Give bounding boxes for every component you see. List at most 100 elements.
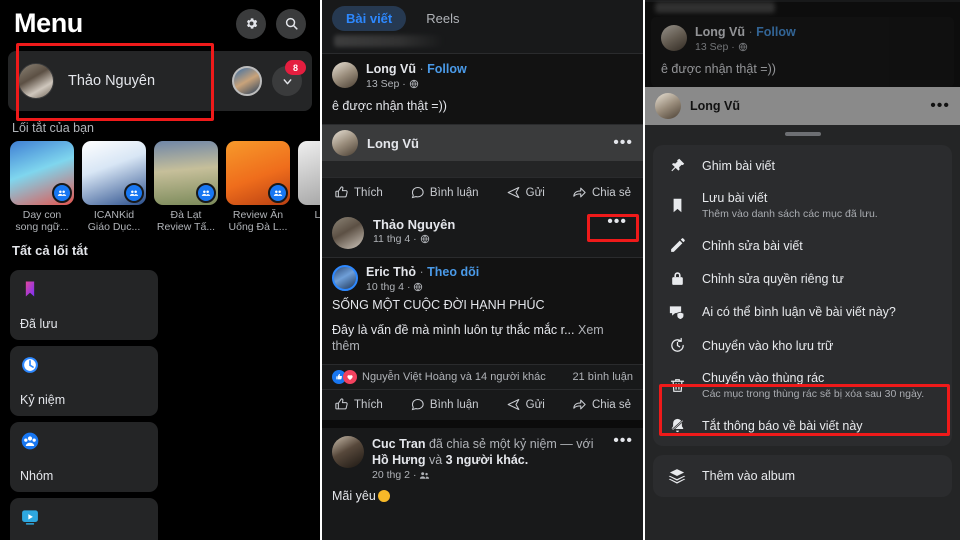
friends-icon: [419, 470, 430, 481]
sheet-item-title: Tắt thông báo về bài viết này: [702, 418, 863, 433]
avatar[interactable]: [332, 62, 358, 88]
story-ring-avatar[interactable]: [232, 66, 262, 96]
reaction-icons[interactable]: [332, 370, 357, 384]
sheet-item-move-to-trash[interactable]: Chuyển vào thùng rác Các mục trong thùng…: [653, 362, 952, 409]
menu-tile-saved[interactable]: Đã lưu: [10, 270, 158, 340]
shortcut-label: Đà Lạt Review Tấ...: [156, 209, 216, 233]
tab-posts[interactable]: Bài viết: [332, 6, 407, 31]
shortcut-label: Day con song ngữ...: [15, 209, 69, 233]
sheet-item-subtitle: Thêm vào danh sách các mục đã lưu.: [702, 208, 878, 220]
post-author-name[interactable]: Thảo Nguyên: [373, 217, 455, 232]
gear-icon[interactable]: [236, 8, 266, 39]
share-button[interactable]: Chia sẻ: [572, 185, 631, 200]
shortcut-item[interactable]: ICANKid Giáo Dục...: [82, 141, 146, 233]
post-card-cuc-tran: Cuc Tran đã chia sẻ một kỷ niệm — với Hồ…: [322, 428, 643, 512]
sheet-item-save-post[interactable]: Lưu bài viết Thêm vào danh sách các mục …: [653, 182, 952, 229]
right-panel-post-menu: Long Vũ · Follow 13 Sep · ê được nhận th…: [645, 0, 960, 540]
comments-count[interactable]: 21 bình luận: [572, 371, 633, 383]
sheet-item-add-to-album[interactable]: Thêm vào album: [653, 459, 952, 493]
tagged-person-2[interactable]: 3 người khác.: [446, 453, 529, 467]
post-meta: 11 thg 4 ·: [373, 232, 455, 246]
three-dots-icon[interactable]: •••: [613, 135, 633, 151]
send-button[interactable]: Gửi: [506, 397, 545, 412]
shortcut-item[interactable]: Review Ăn Uống Đà L...: [226, 141, 290, 233]
post-date: 13 Sep: [366, 78, 400, 90]
shortcut-thumbnail: [10, 141, 74, 205]
chevron-down-icon[interactable]: 8: [272, 60, 306, 96]
post-action-bar: Thích Bình luận Gửi Chia sẻ: [322, 178, 643, 208]
post-header: Cuc Tran đã chia sẻ một kỷ niệm — với Hồ…: [332, 433, 633, 482]
profile-row[interactable]: Thảo Nguyên 8: [8, 51, 312, 111]
avatar[interactable]: [332, 217, 364, 249]
sheet-item-pin-post[interactable]: Ghim bài viết: [653, 149, 952, 182]
sheet-item-edit-privacy[interactable]: Chỉnh sửa quyền riêng tư: [653, 262, 952, 295]
shortcut-label: Lê H...: [314, 209, 320, 221]
globe-icon: [738, 42, 748, 52]
reactions-text[interactable]: Nguyễn Việt Hoàng và 14 người khác: [362, 371, 546, 383]
avatar[interactable]: [332, 436, 364, 468]
post-meta: 13 Sep ·: [695, 40, 796, 54]
smiley-emoji: [377, 490, 390, 502]
comment-button[interactable]: Bình luận: [410, 397, 479, 412]
avatar[interactable]: [332, 265, 358, 291]
follow-link[interactable]: Follow: [427, 62, 467, 76]
post-author-name: Long Vũ: [366, 62, 416, 76]
bar-author-name: Long Vũ: [367, 135, 419, 151]
drag-handle-icon[interactable]: [784, 132, 821, 136]
three-dots-icon: •••: [930, 97, 950, 114]
three-dots-icon[interactable]: •••: [613, 433, 633, 449]
group-icon: [268, 183, 288, 203]
post-excerpt-text: Đây là vấn đề mà mình luôn tự thắc mắc r…: [332, 323, 575, 337]
post-author[interactable]: Long Vũ · Follow: [366, 62, 467, 77]
action-label: Gửi: [525, 398, 545, 411]
video-icon: [20, 507, 148, 527]
post-owner-bar: Long Vũ •••: [645, 87, 960, 125]
sheet-item-edit-post[interactable]: Chỉnh sửa bài viết: [653, 229, 952, 262]
comment-shield-icon: [666, 303, 688, 321]
post-author[interactable]: Eric Thỏ · Theo dõi: [366, 265, 479, 280]
search-icon[interactable]: [276, 8, 306, 39]
post-excerpt: Đây là vấn đề mà mình luôn tự thắc mắc r…: [332, 322, 633, 354]
post-author-name: Eric Thỏ: [366, 265, 417, 279]
sheet-item-move-to-archive[interactable]: Chuyển vào kho lưu trữ: [653, 329, 952, 362]
all-shortcuts-label: Tất cả lối tắt: [12, 243, 88, 258]
shortcut-item[interactable]: Đà Lạt Review Tấ...: [154, 141, 218, 233]
tab-reels[interactable]: Reels: [412, 6, 473, 31]
post-date: 11 thg 4: [373, 233, 411, 245]
shortcut-item[interactable]: Day con song ngữ...: [10, 141, 74, 233]
post-body: Mãi yêu: [332, 488, 633, 504]
menu-tile-memories[interactable]: Kỷ niệm: [10, 346, 158, 416]
shortcuts-section-label: Lối tắt của bạn: [12, 121, 95, 135]
avatar[interactable]: [332, 130, 358, 156]
menu-tile-video[interactable]: Video: [10, 498, 158, 540]
sheet-item-title: Lưu bài viết: [702, 191, 768, 205]
follow-link[interactable]: Theo dõi: [427, 265, 479, 279]
shortcuts-list: Day con song ngữ... ICANKid Giáo Dục... …: [0, 141, 320, 233]
post-action-bar: Thích Bình luận Gửi Chia sẻ: [322, 390, 643, 420]
menu-tile-groups[interactable]: Nhóm: [10, 422, 158, 492]
three-dots-icon[interactable]: •••: [607, 214, 627, 230]
share-button[interactable]: Chia sẻ: [572, 397, 631, 412]
pin-icon: [666, 157, 688, 174]
like-button[interactable]: Thích: [334, 397, 383, 412]
background-post-card: Long Vũ · Follow 13 Sep · ê được nhận th…: [651, 17, 954, 87]
comment-button[interactable]: Bình luận: [410, 185, 479, 200]
post-author: Long Vũ · Follow: [695, 25, 796, 39]
send-button[interactable]: Gửi: [506, 185, 545, 200]
tagged-person-1[interactable]: Hồ Hưng: [372, 453, 426, 467]
sheet-item-who-can-comment[interactable]: Ai có thể bình luận về bài viết này?: [653, 295, 952, 329]
shortcut-item[interactable]: Lê H...: [298, 141, 320, 233]
post-title-text: SỐNG MỘT CUỘC ĐỜI HẠNH PHÚC: [332, 298, 545, 312]
bell-off-icon: [666, 417, 688, 434]
menu-tiles: Đã lưu Kỷ niệm Nhóm Video: [0, 264, 320, 540]
screenshot-root: Menu Thảo Nguyên 8 Lối tắt của bạn Day c…: [0, 0, 960, 540]
like-button[interactable]: Thích: [334, 185, 383, 200]
post-options-sheet: Ghim bài viết Lưu bài viết Thêm vào danh…: [645, 125, 960, 540]
header-icon-group: [236, 8, 306, 39]
sheet-item-turn-off-notifications[interactable]: Tắt thông báo về bài viết này: [653, 409, 952, 442]
post-meta: 13 Sep ·: [366, 77, 467, 91]
post-author-name[interactable]: Cuc Tran: [372, 437, 426, 451]
post-author-name: Long Vũ: [695, 25, 745, 39]
post-card-long-vu: Long Vũ · Follow 13 Sep · ê được nhận th…: [322, 53, 643, 125]
shortcut-thumbnail: [298, 141, 320, 205]
